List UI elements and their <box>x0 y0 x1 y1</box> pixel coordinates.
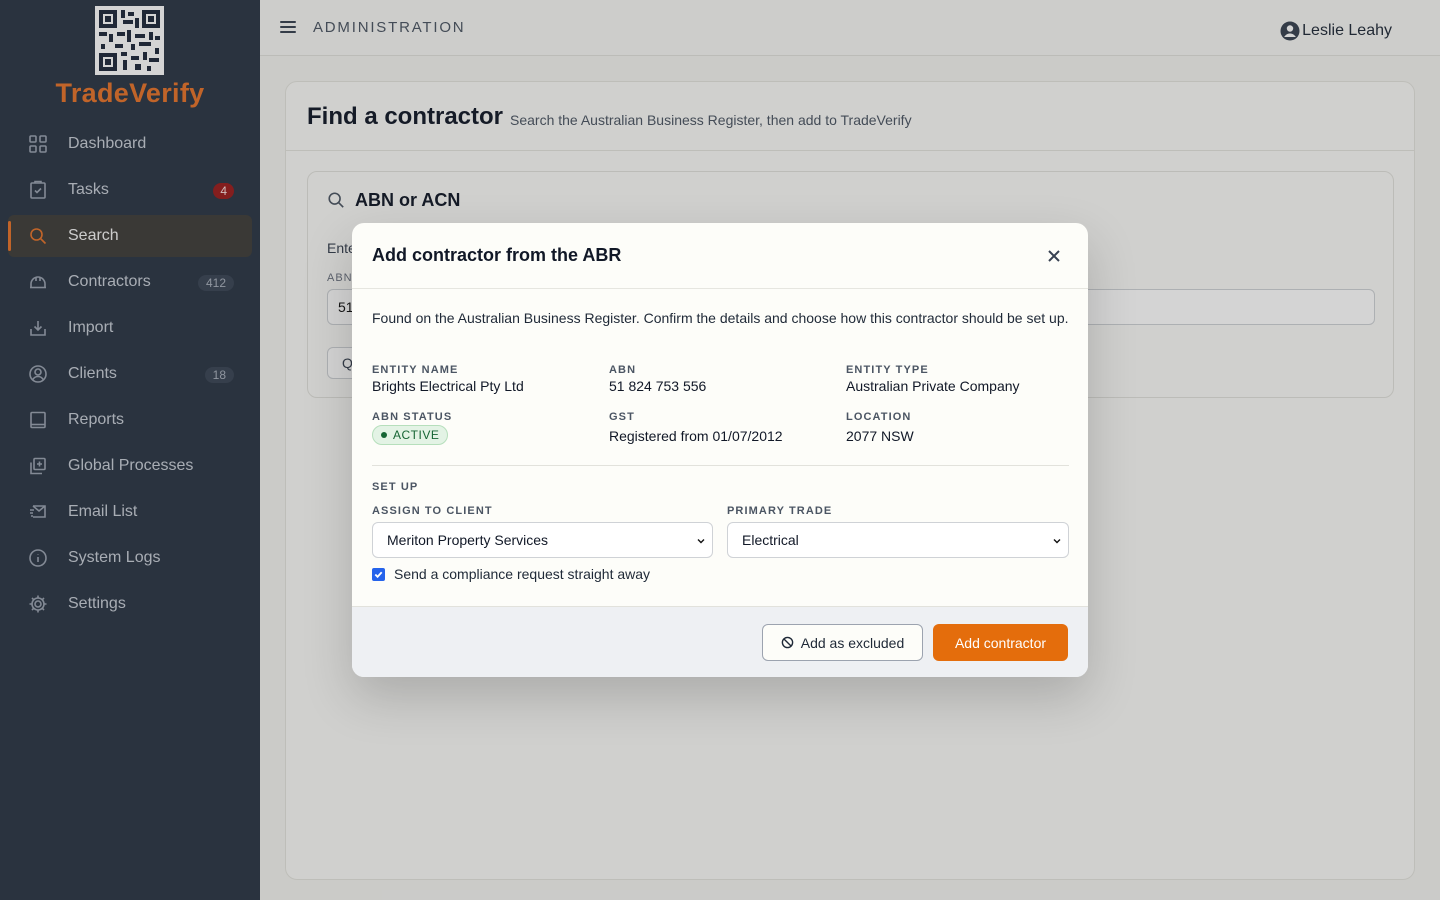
field-label: ENTITY NAME <box>372 364 459 376</box>
abn-value: 51 824 753 556 <box>609 378 707 394</box>
compliance-request-checkbox[interactable]: Send a compliance request straight away <box>372 566 650 582</box>
dialog-title: Add contractor from the ABR <box>372 245 622 265</box>
add-contractor-button[interactable]: Add contractor <box>933 624 1068 661</box>
divider <box>372 465 1069 466</box>
entity-name-value: Brights Electrical Pty Ltd <box>372 378 524 394</box>
status-dot-icon <box>381 432 387 438</box>
checkbox-label: Send a compliance request straight away <box>394 566 651 582</box>
chevron-down-icon <box>697 539 705 544</box>
add-as-excluded-button[interactable]: Add as excluded <box>762 624 923 661</box>
field-label: ABN <box>609 364 637 376</box>
field-label: ABN STATUS <box>372 411 453 423</box>
primary-trade-value: Electrical <box>742 532 799 548</box>
setup-section-heading: SET UP <box>372 481 419 493</box>
abn-field: ABN 51 824 753 556 <box>609 364 706 394</box>
field-label: ENTITY TYPE <box>846 364 929 376</box>
add-contractor-label: Add contractor <box>954 634 1047 651</box>
abn-status-field: ABN STATUS ACTIVE <box>372 411 452 445</box>
client-select-value: Meriton Property Services <box>387 532 549 548</box>
field-label: LOCATION <box>846 411 912 423</box>
location-value: 2077 NSW <box>846 428 914 444</box>
add-as-excluded-label: Add as excluded <box>800 634 905 651</box>
add-contractor-dialog: Add contractor from the ABR Found on the… <box>352 223 1088 677</box>
gst-field: GST Registered from 01/07/2012 <box>609 411 783 444</box>
dialog-footer: Add as excluded Add contractor <box>352 606 1088 677</box>
entity-type-field: ENTITY TYPE Australian Private Company <box>846 364 1020 394</box>
dialog-intro: Found on the Australian Business Registe… <box>372 310 1069 326</box>
close-icon[interactable] <box>1044 246 1064 266</box>
dialog-header: Add contractor from the ABR <box>352 223 1088 289</box>
field-label: GST <box>609 411 635 423</box>
client-select[interactable]: Meriton Property Services <box>372 522 713 558</box>
checkbox-checked-icon[interactable] <box>372 567 385 581</box>
trade-select-label: PRIMARY TRADE <box>727 505 833 517</box>
ban-icon <box>781 636 794 649</box>
entity-type-value: Australian Private Company <box>846 378 1020 394</box>
status-badge-label: ACTIVE <box>393 428 440 442</box>
gst-value: Registered from 01/07/2012 <box>609 428 783 444</box>
entity-name-field: ENTITY NAME Brights Electrical Pty Ltd <box>372 364 524 394</box>
chevron-down-icon <box>1053 539 1061 544</box>
location-field: LOCATION 2077 NSW <box>846 411 914 444</box>
client-select-label: ASSIGN TO CLIENT <box>372 505 493 517</box>
primary-trade-select[interactable]: Electrical <box>727 522 1069 558</box>
status-badge: ACTIVE <box>372 425 449 445</box>
